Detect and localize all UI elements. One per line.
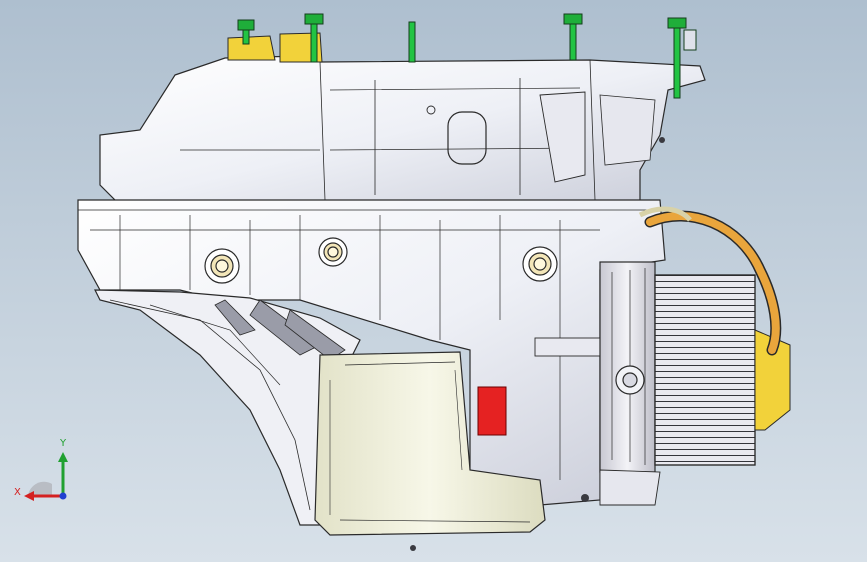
cad-viewport[interactable]: X Y — [0, 0, 867, 562]
y-axis-label: Y — [60, 438, 67, 449]
red-marker-block — [477, 386, 507, 436]
electric-motor — [599, 261, 791, 506]
transmission-3d-model[interactable] — [0, 0, 867, 562]
x-axis-label: X — [14, 487, 21, 498]
upper-housing — [99, 55, 706, 206]
bolt-3 — [408, 21, 416, 63]
orientation-triad: X Y — [8, 438, 88, 508]
top-brackets — [227, 32, 323, 63]
bolt-4 — [563, 13, 583, 61]
